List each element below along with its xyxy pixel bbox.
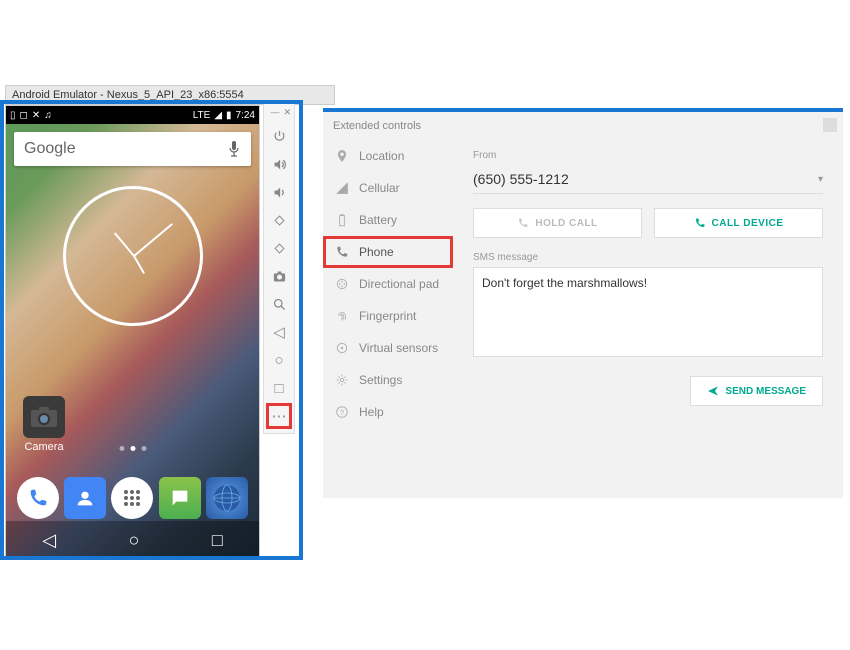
volume-down-icon[interactable] <box>266 179 292 205</box>
mic-icon[interactable] <box>227 140 241 158</box>
extended-controls-main: From (650) 555-1212 ▾ HOLD CALL CALL DEV… <box>453 140 843 498</box>
google-search-bar[interactable]: Google <box>14 132 251 166</box>
sidebar-item-battery[interactable]: Battery <box>323 204 453 236</box>
sidebar-item-label: Help <box>359 405 384 419</box>
sms-message-input[interactable] <box>473 267 823 357</box>
clock-text: 7:24 <box>236 110 255 121</box>
messages-app-icon[interactable] <box>159 477 201 519</box>
button-label: SEND MESSAGE <box>725 386 806 397</box>
sidebar-item-fingerprint[interactable]: Fingerprint <box>323 300 453 332</box>
from-label: From <box>473 150 823 161</box>
status-icon: ♫ <box>44 110 52 121</box>
sidebar-item-label: Battery <box>359 213 397 227</box>
from-dropdown[interactable]: (650) 555-1212 ▾ <box>473 165 823 194</box>
android-nav-bar: ◁ ○ □ <box>6 521 259 559</box>
extended-controls-window: Extended controls Location Cellular Batt… <box>323 108 843 498</box>
network-label: LTE <box>193 110 211 121</box>
screenshot-icon[interactable] <box>266 263 292 289</box>
zoom-icon[interactable] <box>266 291 292 317</box>
sidebar-item-dpad[interactable]: Directional pad <box>323 268 453 300</box>
sidebar-item-label: Directional pad <box>359 277 439 291</box>
sidebar-item-label: Fingerprint <box>359 309 416 323</box>
status-icon: ✕ <box>32 110 40 121</box>
more-icon[interactable]: ⋯ <box>266 403 292 429</box>
sidebar-item-label: Location <box>359 149 404 163</box>
rotate-right-icon[interactable] <box>266 235 292 261</box>
sidebar-item-settings[interactable]: Settings <box>323 364 453 396</box>
camera-icon <box>23 396 65 438</box>
from-value: (650) 555-1212 <box>473 171 569 187</box>
sidebar-item-label: Settings <box>359 373 402 387</box>
power-icon[interactable] <box>266 123 292 149</box>
overview-icon[interactable]: □ <box>212 530 223 551</box>
volume-up-icon[interactable] <box>266 151 292 177</box>
svg-text:?: ? <box>340 408 344 417</box>
sidebar-item-location[interactable]: Location <box>323 140 453 172</box>
status-icon: ◻ <box>20 110 28 121</box>
signal-icon: ◢ <box>214 110 222 121</box>
home-icon[interactable]: ○ <box>129 530 140 551</box>
send-message-button[interactable]: SEND MESSAGE <box>690 376 823 406</box>
button-label: HOLD CALL <box>535 218 597 229</box>
rotate-left-icon[interactable] <box>266 207 292 233</box>
overview-button-icon[interactable]: □ <box>266 375 292 401</box>
sidebar-item-help[interactable]: ? Help <box>323 396 453 428</box>
emulator-toolbar: — ✕ ◁ ○ □ ⋯ <box>263 102 295 434</box>
page-indicator <box>119 446 146 451</box>
camera-label: Camera <box>20 441 68 453</box>
sidebar-item-label: Phone <box>359 245 394 259</box>
apps-drawer-icon[interactable] <box>111 477 153 519</box>
battery-icon: ▮ <box>226 110 232 121</box>
button-label: CALL DEVICE <box>712 218 784 229</box>
sidebar-item-sensors[interactable]: Virtual sensors <box>323 332 453 364</box>
camera-app[interactable]: Camera <box>20 396 68 453</box>
sidebar-item-label: Cellular <box>359 181 400 195</box>
sidebar-item-phone[interactable]: Phone <box>323 236 453 268</box>
sidebar-item-cellular[interactable]: Cellular <box>323 172 453 204</box>
hold-call-button[interactable]: HOLD CALL <box>473 208 642 238</box>
chevron-down-icon: ▾ <box>818 174 823 185</box>
close-icon[interactable] <box>823 118 837 132</box>
minimize-icon[interactable]: — <box>270 107 279 118</box>
clock-widget[interactable] <box>63 186 203 326</box>
emulator-screen[interactable]: ▯ ◻ ✕ ♫ LTE ◢ ▮ 7:24 Google <box>5 105 260 560</box>
home-button-icon[interactable]: ○ <box>266 347 292 373</box>
search-placeholder: Google <box>24 140 76 158</box>
phone-app-icon[interactable] <box>17 477 59 519</box>
call-device-button[interactable]: CALL DEVICE <box>654 208 823 238</box>
contacts-app-icon[interactable] <box>64 477 106 519</box>
extended-controls-sidebar: Location Cellular Battery Phone Directio… <box>323 140 453 498</box>
back-icon[interactable]: ◁ <box>42 530 56 551</box>
dock <box>6 477 259 519</box>
sidebar-item-label: Virtual sensors <box>359 341 438 355</box>
browser-app-icon[interactable] <box>206 477 248 519</box>
back-button-icon[interactable]: ◁ <box>266 319 292 345</box>
status-bar: ▯ ◻ ✕ ♫ LTE ◢ ▮ 7:24 <box>6 106 259 124</box>
status-icon: ▯ <box>10 110 16 121</box>
close-icon[interactable]: ✕ <box>283 107 291 118</box>
sms-label: SMS message <box>473 252 823 263</box>
extended-controls-title: Extended controls <box>323 112 843 140</box>
